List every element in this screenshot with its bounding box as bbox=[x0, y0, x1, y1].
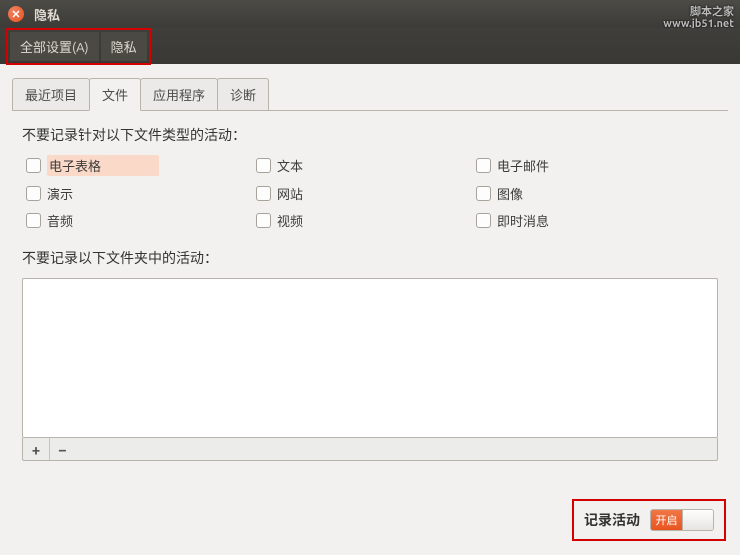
close-icon bbox=[12, 10, 20, 18]
checkbox-label: 视频 bbox=[277, 211, 303, 230]
record-activity-switch[interactable]: 开启 bbox=[650, 509, 714, 531]
filetypes-grid: 电子表格 文本 电子邮件 演示 网站 bbox=[22, 155, 718, 230]
checkbox-label: 网站 bbox=[277, 184, 303, 203]
checkbox-presentation[interactable]: 演示 bbox=[26, 184, 256, 203]
remove-button[interactable]: − bbox=[49, 438, 75, 460]
filetypes-heading: 不要记录针对以下文件类型的活动： bbox=[22, 125, 718, 145]
switch-on-label: 开启 bbox=[651, 510, 682, 530]
record-activity-box: 记录活动 开启 bbox=[572, 499, 726, 541]
content-area: 最近项目 文件 应用程序 诊断 不要记录针对以下文件类型的活动： 电子表格 文本… bbox=[0, 64, 740, 555]
checkbox-label: 电子邮件 bbox=[497, 156, 549, 175]
checkbox-label: 演示 bbox=[47, 184, 73, 203]
checkbox-text[interactable]: 文本 bbox=[256, 155, 476, 176]
checkbox-label: 即时消息 bbox=[497, 211, 549, 230]
checkbox-label: 电子表格 bbox=[47, 155, 159, 176]
add-button[interactable]: + bbox=[23, 438, 49, 460]
checkbox-icon[interactable] bbox=[26, 158, 41, 173]
checkbox-icon[interactable] bbox=[256, 186, 271, 201]
plusminus-group: + − bbox=[22, 438, 718, 461]
checkbox-audio[interactable]: 音频 bbox=[26, 211, 256, 230]
checkbox-label: 音频 bbox=[47, 211, 73, 230]
footer: 记录活动 开启 bbox=[0, 489, 740, 555]
checkbox-website[interactable]: 网站 bbox=[256, 184, 476, 203]
breadcrumb-all-settings[interactable]: 全部设置(A) bbox=[10, 32, 99, 61]
watermark: 脚本之家 www.jb51.net bbox=[663, 6, 734, 30]
checkbox-label: 文本 bbox=[277, 156, 303, 175]
checkbox-icon[interactable] bbox=[26, 186, 41, 201]
breadcrumb: 全部设置(A) 隐私 bbox=[6, 28, 151, 65]
tab-files[interactable]: 文件 bbox=[89, 78, 141, 111]
checkbox-icon[interactable] bbox=[476, 186, 491, 201]
checkbox-video[interactable]: 视频 bbox=[256, 211, 476, 230]
folders-listbox[interactable] bbox=[22, 278, 718, 438]
checkbox-icon[interactable] bbox=[476, 158, 491, 173]
tab-apps[interactable]: 应用程序 bbox=[140, 78, 218, 110]
folders-heading: 不要记录以下文件夹中的活动： bbox=[22, 248, 718, 268]
record-activity-label: 记录活动 bbox=[584, 510, 640, 530]
tab-diag[interactable]: 诊断 bbox=[217, 78, 269, 110]
checkbox-image[interactable]: 图像 bbox=[476, 184, 696, 203]
checkbox-im[interactable]: 即时消息 bbox=[476, 211, 696, 230]
tabs: 最近项目 文件 应用程序 诊断 bbox=[0, 64, 740, 110]
checkbox-icon[interactable] bbox=[26, 213, 41, 228]
checkbox-email[interactable]: 电子邮件 bbox=[476, 155, 696, 176]
checkbox-icon[interactable] bbox=[476, 213, 491, 228]
switch-knob bbox=[682, 510, 713, 530]
close-button[interactable] bbox=[8, 6, 24, 22]
window-title: 隐私 bbox=[34, 5, 60, 24]
checkbox-icon[interactable] bbox=[256, 213, 271, 228]
titlebar: 隐私 脚本之家 www.jb51.net bbox=[0, 0, 740, 28]
tab-recent[interactable]: 最近项目 bbox=[12, 78, 90, 110]
privacy-window: 隐私 脚本之家 www.jb51.net 全部设置(A) 隐私 最近项目 文件 … bbox=[0, 0, 740, 555]
tab-body-files: 不要记录针对以下文件类型的活动： 电子表格 文本 电子邮件 演示 bbox=[0, 111, 740, 489]
toolbar: 全部设置(A) 隐私 bbox=[0, 28, 740, 64]
checkbox-spreadsheet[interactable]: 电子表格 bbox=[26, 155, 256, 176]
breadcrumb-current[interactable]: 隐私 bbox=[101, 32, 147, 61]
checkbox-label: 图像 bbox=[497, 184, 523, 203]
checkbox-icon[interactable] bbox=[256, 158, 271, 173]
